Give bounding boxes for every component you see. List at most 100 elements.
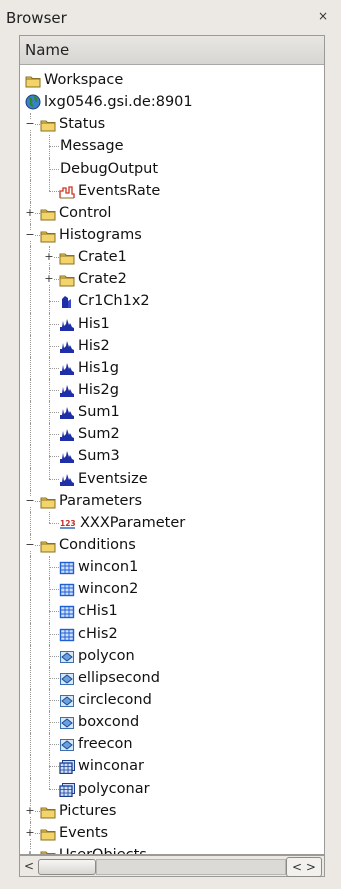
tree-item[interactable]: Sum2 [20, 423, 324, 446]
column-header-name[interactable]: Name [20, 36, 324, 65]
tree-item[interactable]: Sum3 [20, 445, 324, 468]
tree-item[interactable]: 123 XXXParameter [20, 511, 324, 534]
tree-branch-line [49, 722, 59, 724]
tree-item-label: XXXParameter [80, 514, 186, 531]
collapse-toggle[interactable]: − [25, 229, 35, 240]
expand-toggle[interactable]: + [25, 827, 35, 838]
tree-item[interactable]: + Crate2 [20, 268, 324, 291]
collapse-toggle[interactable]: − [25, 539, 35, 550]
tree-item[interactable]: His1 [20, 312, 324, 335]
scroll-left-arrow[interactable]: < [22, 858, 36, 874]
tree-item-label: His1 [78, 315, 110, 332]
tree-item-label: Histograms [59, 226, 142, 243]
tree-item[interactable]: His2 [20, 334, 324, 357]
expand-toggle[interactable]: + [44, 251, 54, 263]
tree-item-label: Status [59, 116, 106, 133]
folder-icon [40, 848, 56, 854]
folder-icon [40, 804, 56, 819]
tree-item[interactable]: − Status [20, 113, 324, 136]
folder-icon [40, 117, 56, 132]
tree-item[interactable]: DebugOutput [20, 157, 324, 180]
tree-item[interactable]: cHis1 [20, 600, 324, 623]
tree-item[interactable]: lxg0546.gsi.de:8901 [20, 91, 324, 113]
tree-item-label: Conditions [59, 536, 136, 553]
tree-guide-line [30, 401, 31, 424]
tree-branch-line [49, 345, 59, 347]
tree-item[interactable]: polyconar [20, 777, 324, 800]
tree-item-label: Eventsize [78, 470, 148, 487]
tree-item[interactable]: circlecond [20, 688, 324, 712]
collapse-toggle[interactable]: − [25, 495, 35, 506]
expand-toggle[interactable]: + [25, 805, 35, 816]
tree-item-label: wincon1 [78, 559, 139, 576]
tree-item-label: polyconar [78, 780, 150, 797]
tree-guide-line [30, 445, 31, 468]
tree-guide-line [30, 666, 31, 689]
histogram-icon [59, 339, 75, 353]
tree-guide-line [30, 711, 31, 734]
tree-branch-line [49, 744, 59, 746]
tree-guide-line [30, 622, 31, 645]
tree-item-label: DebugOutput [60, 160, 159, 177]
collapse-toggle[interactable]: − [25, 118, 35, 130]
tree-item[interactable]: His1g [20, 356, 324, 379]
scrollbar-track[interactable] [96, 859, 286, 875]
tree-item-label: lxg0546.gsi.de:8901 [44, 94, 193, 111]
tree-item-label: circlecond [78, 691, 152, 708]
condition-array-icon [59, 782, 75, 797]
horizontal-scrollbar[interactable]: < < > [19, 855, 325, 877]
tree-guide-line [30, 290, 31, 313]
histogram-icon [59, 361, 75, 375]
tree-item[interactable]: Message [20, 135, 324, 158]
tree-branch-line [49, 456, 59, 458]
tree-guide-line [30, 688, 31, 712]
tree-item-label: ellipsecond [78, 669, 160, 686]
tree-item-label: His2g [78, 381, 119, 398]
folder-icon [40, 826, 56, 841]
tree-guide-line [30, 600, 31, 623]
tree-guide-line [30, 135, 31, 158]
tree-branch-line [49, 190, 59, 192]
expand-toggle[interactable]: + [44, 273, 54, 285]
tree-item[interactable]: + Control [20, 201, 324, 224]
tree-item-label: Sum1 [78, 404, 120, 421]
tree-item[interactable]: − Parameters [20, 489, 324, 512]
tree-item[interactable]: His2g [20, 378, 324, 402]
scrollbar-thumb[interactable] [38, 859, 96, 875]
tree-guide-line [30, 268, 31, 291]
tree-item-label: UserObjects [59, 846, 147, 855]
tree-branch-line [49, 478, 59, 480]
tree-item[interactable]: polycon [20, 644, 324, 667]
tree-item[interactable]: ellipsecond [20, 666, 324, 689]
tree-branch-line [49, 323, 59, 325]
tree-branch-line [49, 766, 59, 768]
tree-item[interactable]: wincon1 [20, 556, 324, 579]
close-button[interactable]: × [315, 8, 331, 24]
tree-item[interactable]: wincon2 [20, 578, 324, 601]
tree-branch-line [49, 567, 59, 569]
tree-guide-line [30, 644, 31, 667]
histogram-icon [59, 405, 75, 420]
tree-item[interactable]: Cr1Ch1x2 [20, 290, 324, 313]
tree-item[interactable]: freecon [20, 733, 324, 756]
tree-item[interactable]: + Pictures [20, 799, 324, 822]
tree-guide-line [30, 423, 31, 446]
tree-item[interactable]: + Events [20, 821, 324, 844]
scroll-arrows-button[interactable]: < > [286, 857, 322, 877]
tree-item[interactable]: Workspace [20, 69, 324, 91]
tree-item[interactable]: Eventsize [20, 467, 324, 490]
tree-item[interactable]: − Histograms [20, 223, 324, 247]
tree-guide-line [30, 157, 31, 180]
tree-item[interactable]: cHis2 [20, 622, 324, 645]
tree-item[interactable]: boxcond [20, 711, 324, 734]
tree-branch-line [49, 699, 59, 701]
tree-item[interactable]: Sum1 [20, 401, 324, 424]
tree-item[interactable]: − Conditions [20, 533, 324, 557]
tree-guide-line [30, 755, 31, 778]
tree-item[interactable]: winconar [20, 755, 324, 778]
expand-toggle[interactable]: + [25, 207, 35, 218]
tree-item[interactable]: + UserObjects [20, 843, 324, 855]
tree-item[interactable]: EventsRate [20, 179, 324, 202]
tree-item[interactable]: + Crate1 [20, 246, 324, 269]
tree-branch-line [49, 655, 59, 657]
